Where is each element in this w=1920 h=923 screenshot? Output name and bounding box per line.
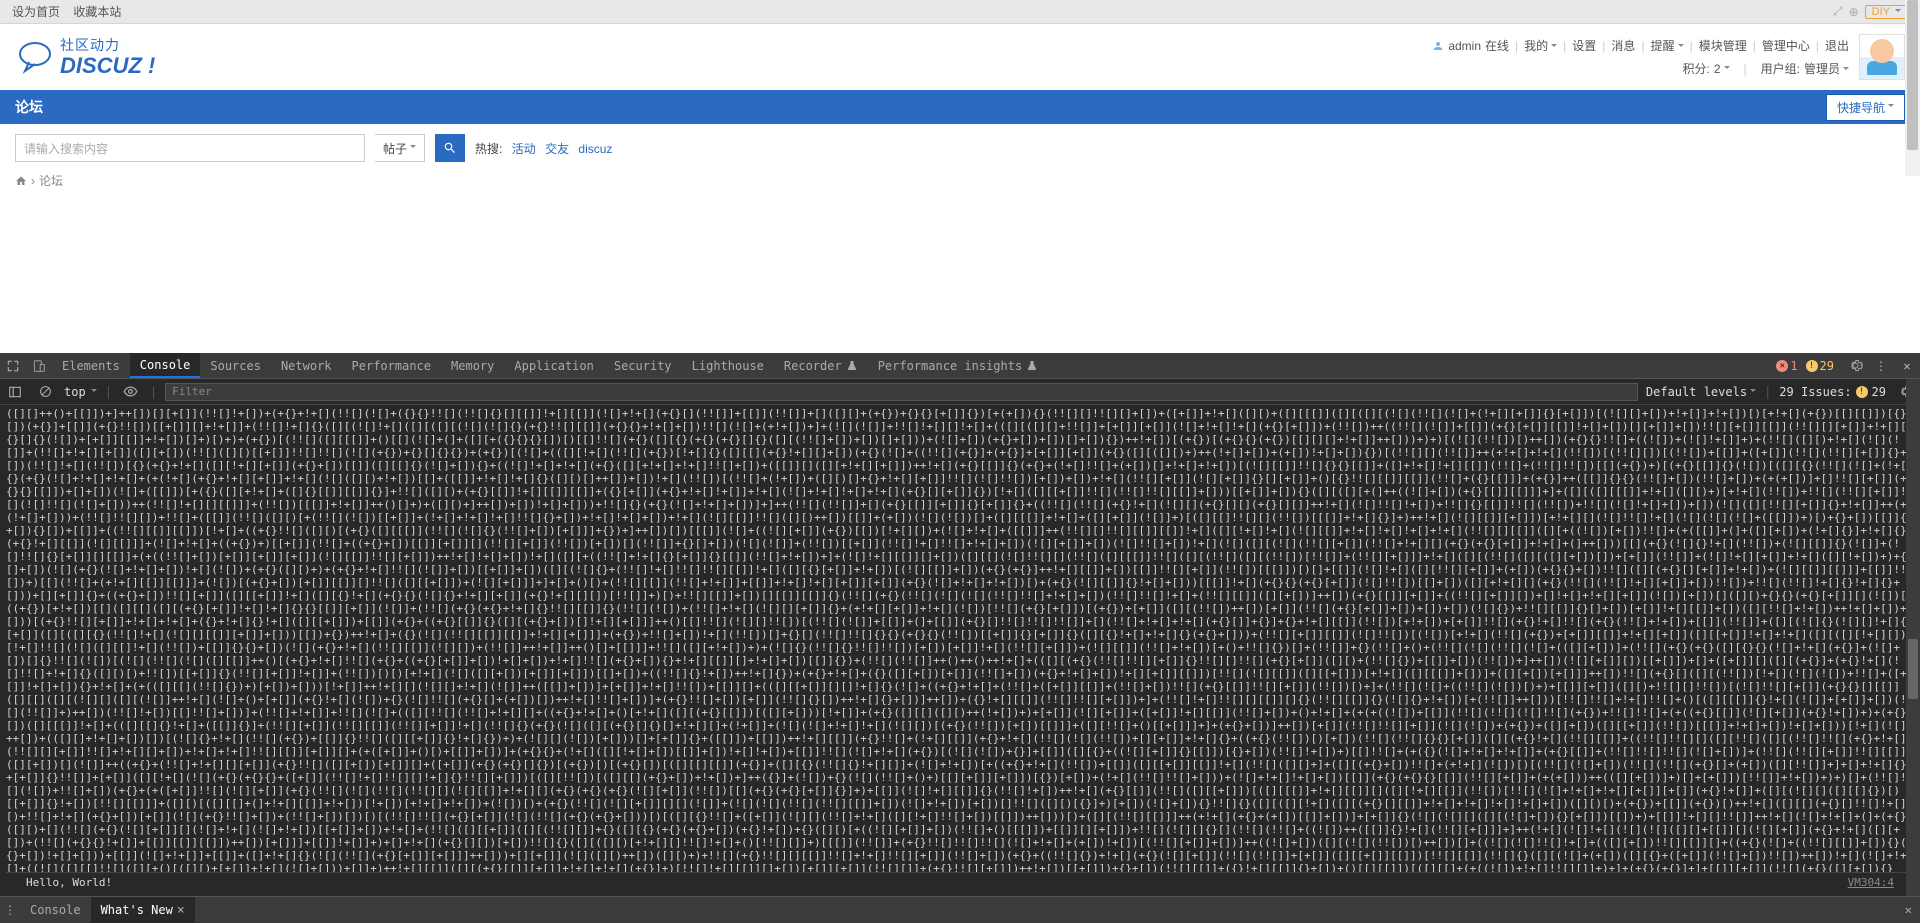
tab-recorder[interactable]: Recorder <box>774 353 868 378</box>
quick-nav-button[interactable]: 快捷导航 <box>1826 94 1905 121</box>
hot-link-3[interactable]: discuz <box>578 142 612 156</box>
online-status: 在线 <box>1485 37 1509 54</box>
search-bar: 请输入搜索内容 帖子 热搜: 活动 交友 discuz <box>0 124 1920 172</box>
logout-link[interactable]: 退出 <box>1825 37 1849 54</box>
search-button[interactable] <box>435 134 465 162</box>
diy-button[interactable]: DIY <box>1865 5 1908 19</box>
jsfuck-log: ([][]++()+[[]])+]++[])[][+[]](!![]!+[])+… <box>6 407 1914 872</box>
tab-performance[interactable]: Performance <box>342 353 441 378</box>
site-header: 社区动力 DISCUZ ! admin 在线| 我的| 设置| 消息| 提醒| … <box>0 24 1920 90</box>
inspect-icon[interactable] <box>0 353 26 379</box>
live-expression-icon[interactable] <box>120 381 142 403</box>
tab-elements[interactable]: Elements <box>52 353 130 378</box>
usergroup-value[interactable]: 管理员 <box>1804 60 1849 77</box>
logo-subtitle: 社区动力 <box>60 35 155 55</box>
nav-forum-tab[interactable]: 论坛 <box>15 97 43 117</box>
hot-label: 热搜: <box>475 142 502 156</box>
flask-icon <box>846 360 858 372</box>
usergroup-label: 用户组: <box>1761 60 1800 77</box>
error-count[interactable]: ✕1 <box>1776 359 1797 373</box>
close-drawer-icon[interactable]: ✕ <box>1897 903 1920 917</box>
drawer-kebab-icon[interactable]: ⋮ <box>0 903 20 917</box>
points-label: 积分: <box>1682 60 1709 77</box>
notice-menu[interactable]: 提醒 <box>1651 37 1684 54</box>
favorite-site-link[interactable]: 收藏本站 <box>73 5 121 19</box>
tab-console[interactable]: Console <box>130 353 201 378</box>
user-icon <box>1432 40 1444 52</box>
search-icon <box>443 141 457 155</box>
top-bar: 设为首页 收藏本站 ⤢ ⊕ DIY <box>0 0 1920 24</box>
points-value[interactable]: 2 <box>1714 62 1730 76</box>
console-toolbar: top | | Filter Default levels | 29 Issue… <box>0 379 1920 405</box>
breadcrumb-forum[interactable]: 论坛 <box>39 172 63 189</box>
console-output[interactable]: ([][]++()+[[]])+]++[])[][+[]](!![]!+[])+… <box>0 405 1920 896</box>
page-scrollbar[interactable] <box>1905 0 1920 176</box>
site-logo[interactable]: 社区动力 DISCUZ ! <box>15 35 155 79</box>
tab-application[interactable]: Application <box>504 353 603 378</box>
tab-memory[interactable]: Memory <box>441 353 504 378</box>
main-nav: 论坛 快捷导航 <box>0 90 1920 124</box>
tab-lighthouse[interactable]: Lighthouse <box>682 353 774 378</box>
tab-security[interactable]: Security <box>604 353 682 378</box>
clear-console-icon[interactable] <box>34 381 56 403</box>
device-icon[interactable] <box>26 353 52 379</box>
username-link[interactable]: admin <box>1448 39 1481 53</box>
sidebar-toggle-icon[interactable] <box>4 381 26 403</box>
filter-input[interactable]: Filter <box>165 383 1638 401</box>
context-selector[interactable]: top <box>64 385 97 399</box>
home-icon[interactable] <box>15 175 27 187</box>
my-menu[interactable]: 我的 <box>1524 37 1557 54</box>
search-scope-select[interactable]: 帖子 <box>375 134 425 162</box>
breadcrumb-sep: › <box>31 174 35 188</box>
logo-icon <box>15 39 55 79</box>
hot-link-1[interactable]: 活动 <box>512 142 536 156</box>
drawer-whatsnew-tab[interactable]: What's New × <box>91 897 195 923</box>
drawer-console-tab[interactable]: Console <box>20 897 91 923</box>
globe-icon[interactable]: ⊕ <box>1849 5 1859 19</box>
logo-title: DISCUZ ! <box>60 53 155 79</box>
set-homepage-link[interactable]: 设为首页 <box>12 5 60 19</box>
log-levels-select[interactable]: Default levels <box>1646 385 1756 399</box>
messages-link[interactable]: 消息 <box>1611 37 1635 54</box>
close-tab-icon[interactable]: × <box>177 903 185 918</box>
devtools-scrollbar[interactable] <box>1906 379 1920 896</box>
kebab-icon[interactable]: ⋮ <box>1868 353 1894 379</box>
warning-count[interactable]: !29 <box>1806 359 1834 373</box>
issues-link[interactable]: 29 Issues: ! 29 <box>1779 385 1886 399</box>
hello-world-log: Hello, World! VM304:4 <box>6 872 1914 892</box>
tab-sources[interactable]: Sources <box>200 353 271 378</box>
devtools-tabbar: Elements Console Sources Network Perform… <box>0 353 1920 379</box>
admin-center-link[interactable]: 管理中心 <box>1762 37 1810 54</box>
close-devtools-icon[interactable]: ✕ <box>1894 353 1920 379</box>
devtools-panel: Elements Console Sources Network Perform… <box>0 353 1920 923</box>
settings-icon[interactable] <box>1842 353 1868 379</box>
flask-icon <box>1026 360 1038 372</box>
module-mgr-link[interactable]: 模块管理 <box>1699 37 1747 54</box>
devtools-drawer: ⋮ Console What's New × ✕ <box>0 896 1920 923</box>
search-input[interactable]: 请输入搜索内容 <box>15 134 365 162</box>
hot-link-2[interactable]: 交友 <box>545 142 569 156</box>
source-link[interactable]: VM304:4 <box>1848 876 1894 889</box>
tab-network[interactable]: Network <box>271 353 342 378</box>
settings-link[interactable]: 设置 <box>1572 37 1596 54</box>
warn-badge-icon: ! <box>1856 386 1868 398</box>
avatar[interactable] <box>1859 34 1905 80</box>
breadcrumb: › 论坛 <box>0 172 1920 193</box>
collapse-icon[interactable]: ⤢ <box>1833 4 1843 19</box>
tab-insights[interactable]: Performance insights <box>868 353 1049 378</box>
